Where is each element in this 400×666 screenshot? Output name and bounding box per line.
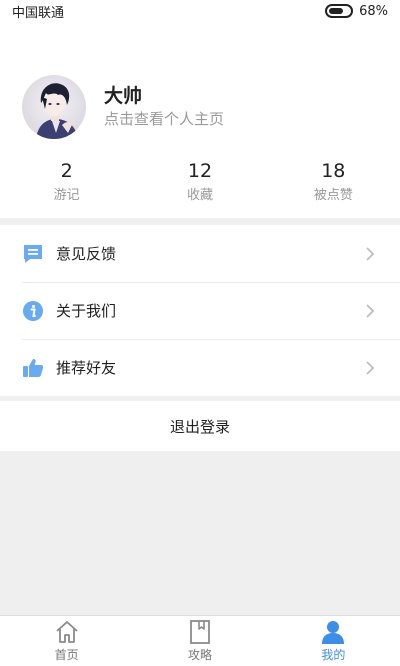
thumbs-up-icon xyxy=(22,357,44,379)
info-icon xyxy=(22,300,44,322)
stat-value: 2 xyxy=(60,160,73,182)
stat-label: 收藏 xyxy=(186,188,213,203)
logout-button[interactable]: 退出登录 xyxy=(0,401,400,451)
user-icon xyxy=(322,621,345,644)
tab-home[interactable]: 首页 xyxy=(0,616,133,666)
avatar[interactable] xyxy=(22,75,86,139)
status-right: 68% xyxy=(325,4,388,19)
stat-likes-received[interactable]: 18 被点赞 xyxy=(267,158,400,214)
tab-label: 我的 xyxy=(321,648,346,662)
empty-area xyxy=(0,451,400,615)
tab-mine[interactable]: 我的 xyxy=(267,616,400,666)
stat-label: 被点赞 xyxy=(313,188,353,203)
tab-label: 首页 xyxy=(54,648,79,662)
book-icon xyxy=(190,620,210,644)
stat-label: 游记 xyxy=(53,188,80,203)
stat-travel-notes[interactable]: 2 游记 xyxy=(0,158,133,214)
home-icon xyxy=(56,621,78,643)
menu-item-about-us[interactable]: 关于我们 xyxy=(0,282,400,339)
menu-item-feedback[interactable]: 意见反馈 xyxy=(0,225,400,282)
chevron-right-icon xyxy=(366,303,375,318)
menu-item-label: 推荐好友 xyxy=(56,359,117,377)
bottom-tab-bar: 首页 攻略 我的 xyxy=(0,615,400,666)
section-divider xyxy=(0,218,400,225)
chevron-right-icon xyxy=(366,246,375,261)
carrier-label: 中国联通 xyxy=(12,5,65,21)
stat-favorites[interactable]: 12 收藏 xyxy=(133,158,266,214)
battery-percent: 68% xyxy=(359,3,388,19)
battery-icon xyxy=(325,4,354,18)
tab-guides[interactable]: 攻略 xyxy=(133,616,266,666)
profile-subtitle[interactable]: 点击查看个人主页 xyxy=(104,108,224,130)
menu-list: 意见反馈 关于我们 推荐好友 xyxy=(0,225,400,396)
menu-item-label: 意见反馈 xyxy=(56,245,117,263)
profile-name: 大帅 xyxy=(104,85,143,107)
menu-item-recommend-friends[interactable]: 推荐好友 xyxy=(0,339,400,396)
stat-value: 18 xyxy=(321,160,346,182)
status-bar: 中国联通 68% xyxy=(0,0,400,22)
menu-item-label: 关于我们 xyxy=(56,302,117,320)
profile-header[interactable]: 大帅 点击查看个人主页 xyxy=(0,72,400,142)
stat-value: 12 xyxy=(187,160,213,182)
tab-label: 攻略 xyxy=(187,648,212,662)
feedback-icon xyxy=(22,243,44,265)
chevron-right-icon xyxy=(366,360,375,375)
profile-text: 大帅 点击查看个人主页 xyxy=(104,84,224,130)
stats-row: 2 游记 12 收藏 18 被点赞 xyxy=(0,158,400,214)
